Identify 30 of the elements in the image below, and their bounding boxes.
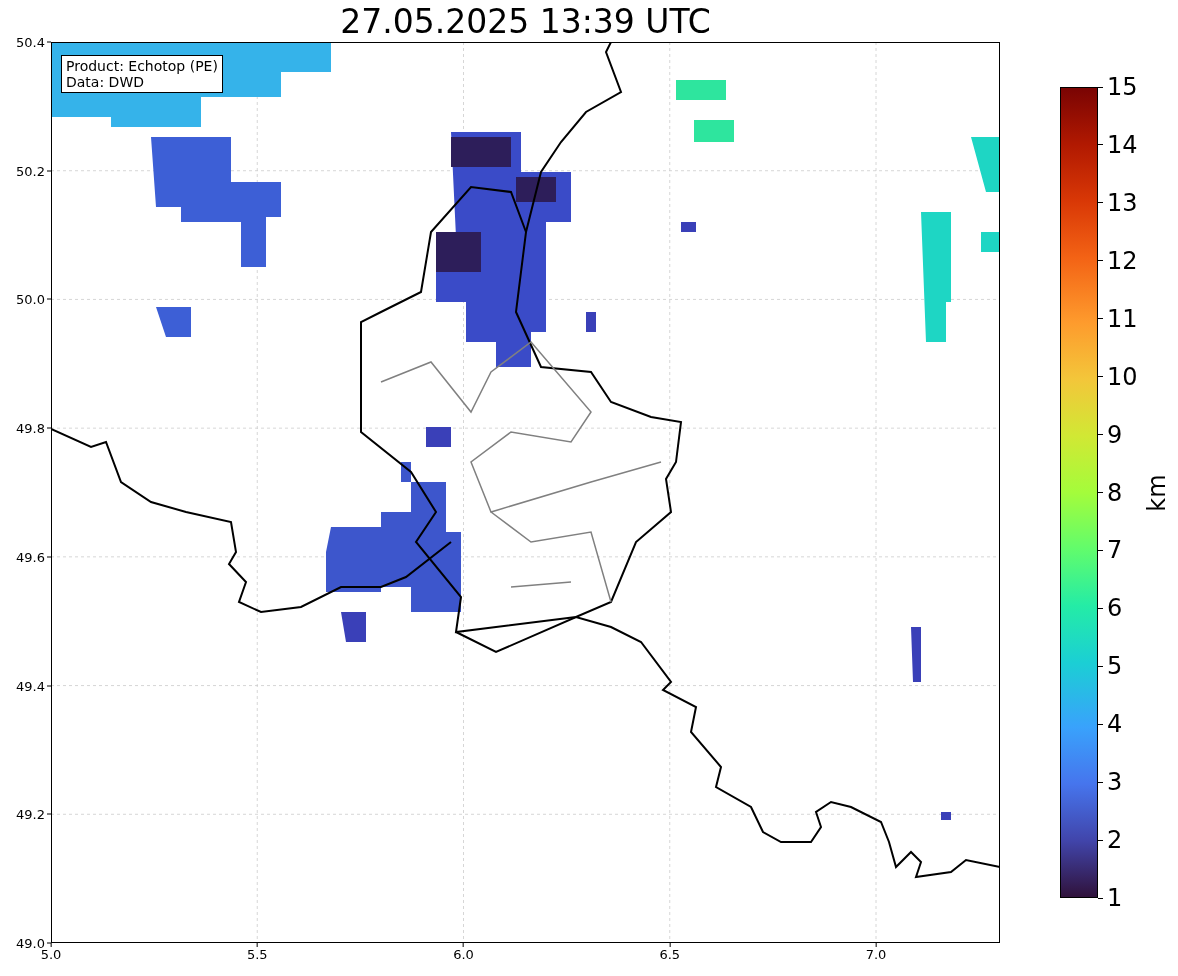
colorbar-tick-label: 15 — [1107, 74, 1138, 100]
y-tick-label: 49.4 — [16, 678, 45, 694]
colorbar-tick-label: 12 — [1107, 247, 1138, 274]
x-tick-label: 5.5 — [246, 947, 268, 962]
colorbar-label: km — [1143, 473, 1171, 512]
y-tick-label: 50.0 — [16, 291, 45, 307]
chart-title: 27.05.2025 13:39 UTC — [340, 1, 711, 43]
colorbar-tick-label: 2 — [1107, 827, 1123, 854]
x-tick-label: 6.5 — [659, 947, 681, 962]
y-tick-label: 49.2 — [16, 806, 45, 822]
colorbar-tick-label: 9 — [1107, 421, 1123, 448]
legend-text: Data: DWD — [66, 74, 145, 90]
y-tick-label: 50.2 — [16, 163, 45, 179]
colorbar-tick-label: 14 — [1107, 131, 1138, 158]
colorbar-tick-label: 1 — [1107, 885, 1123, 911]
y-tick-label: 49.6 — [16, 549, 45, 565]
colorbar-tick-label: 4 — [1107, 711, 1123, 738]
colorbar-tick-label: 6 — [1107, 595, 1123, 622]
colorbar-tick-label: 3 — [1107, 769, 1123, 796]
colorbar-tick-label: 11 — [1107, 305, 1138, 332]
colorbar-tick-label: 8 — [1107, 479, 1123, 506]
colorbar-tick-label: 13 — [1107, 189, 1138, 216]
colorbar-tick-label: 5 — [1107, 653, 1123, 680]
colorbar-tick-label: 10 — [1107, 363, 1138, 390]
y-tick-label: 49.8 — [16, 420, 45, 436]
y-tick-label: 50.4 — [16, 34, 45, 50]
legend-text: Product: Echotop (PE) — [66, 58, 218, 74]
colorbar-tick-label: 7 — [1107, 537, 1123, 564]
x-tick-label: 7.0 — [865, 947, 887, 962]
x-tick-label: 6.0 — [453, 947, 474, 962]
